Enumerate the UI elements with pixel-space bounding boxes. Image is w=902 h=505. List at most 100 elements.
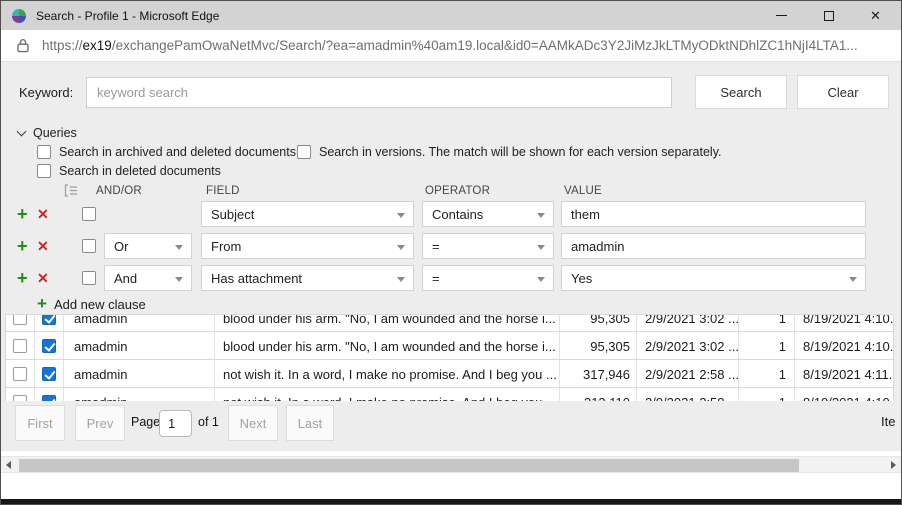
sender-cell: amadmin [64,360,215,388]
field-select-value: Subject [211,207,254,222]
row-include-checkbox[interactable] [42,395,56,401]
keyword-input[interactable] [86,77,672,108]
next-page-button[interactable]: Next [228,405,278,441]
browser-window: Search - Profile 1 - Microsoft Edge ✕ ht… [0,0,902,505]
url-path: /exchangePamOwaNetMvc/Search/?ea=amadmin… [112,38,858,53]
field-select-value: Has attachment [211,271,302,286]
query-clause-row: + ✕ And Has attachment = Yes [1,265,901,291]
operator-select-value: = [432,239,440,254]
row-include-checkbox[interactable] [42,339,56,353]
option-archived-deleted: Search in archived and deleted documents [37,145,296,159]
clause-checkbox[interactable] [82,271,96,285]
field-select[interactable]: Subject [201,201,414,227]
window-title: Search - Profile 1 - Microsoft Edge [36,9,219,23]
operator-select[interactable]: = [422,233,554,259]
scroll-right-icon[interactable] [891,461,896,469]
delete-clause-icon[interactable]: ✕ [37,265,49,291]
snippet-cell: blood under his arm. "No, I am wounded a… [215,332,560,360]
url-domain: ex19 [83,38,112,53]
table-row[interactable]: amadmin blood under his arm. "No, I am w… [6,332,893,360]
field-select[interactable]: From [201,233,414,259]
row-select-checkbox[interactable] [13,339,27,353]
close-button[interactable]: ✕ [852,1,899,30]
minimize-icon [776,15,787,16]
field-select[interactable]: Has attachment [201,265,414,291]
row-select-checkbox[interactable] [13,395,27,401]
sender-cell: amadmin [64,388,215,401]
count-cell: 1 [739,332,795,360]
row-cell [6,332,35,360]
clear-button[interactable]: Clear [797,75,889,109]
insert-clause-icon[interactable]: + [17,265,28,291]
snippet-cell: not wish it. In a word, I make no promis… [215,360,560,388]
scrollbar-thumb[interactable] [19,459,799,472]
query-clause-row: + ✕ Or From = [1,233,901,259]
row-include-checkbox[interactable] [42,315,56,325]
header-operator: OPERATOR [425,185,490,197]
operator-select[interactable]: Contains [422,201,554,227]
clause-value-input[interactable] [561,233,866,259]
caret-down-icon [397,277,405,282]
insert-clause-icon[interactable]: + [17,233,28,259]
operator-select[interactable]: = [422,265,554,291]
andor-select[interactable]: And [104,265,192,291]
versions-checkbox[interactable] [297,145,311,159]
header-field: FIELD [206,185,240,197]
table-row[interactable]: amadmin not wish it. In a word, I make n… [6,360,893,388]
delete-clause-icon[interactable]: ✕ [37,233,49,259]
clause-checkbox[interactable] [82,207,96,221]
row-select-checkbox[interactable] [13,315,27,325]
items-label-clipped: Ite [881,414,895,429]
queries-section-label: Queries [33,126,77,140]
row-cell [6,360,35,388]
caret-down-icon [537,245,545,250]
date-cell: 8/19/2021 4:10... [795,332,893,360]
row-cell [35,388,64,401]
clause-checkbox[interactable] [82,239,96,253]
first-page-button[interactable]: First [15,405,65,441]
insert-clause-icon[interactable]: + [17,201,28,227]
prev-page-button[interactable]: Prev [75,405,125,441]
archived-deleted-checkbox[interactable] [37,145,51,159]
page-number-input[interactable] [159,410,192,437]
table-row[interactable]: amadmin blood under his arm. "No, I am w… [6,315,893,332]
app-logo-icon [11,8,27,24]
page-of-label: of 1 [198,415,219,429]
minimize-button[interactable] [758,1,805,30]
close-icon: ✕ [870,9,881,22]
option-label: Search in deleted documents [59,164,221,178]
row-select-checkbox[interactable] [13,367,27,381]
chevron-down-icon [17,126,27,136]
results-table: amadmin blood under his arm. "No, I am w… [5,314,894,401]
size-cell: 95,305 [560,332,637,360]
operator-select-value: Contains [432,207,483,222]
table-row[interactable]: amadmin not wish it. In a word, I make n… [6,388,893,401]
window-controls: ✕ [758,1,899,30]
row-include-checkbox[interactable] [42,367,56,381]
add-new-clause-link[interactable]: + Add new clause [37,296,146,312]
clause-value-input[interactable] [561,201,866,227]
modified-cell: 2/9/2021 2:58 ... [637,360,739,388]
last-page-button[interactable]: Last [286,405,334,441]
modified-cell: 2/9/2021 3:02 ... [637,332,739,360]
add-new-clause-label: Add new clause [54,297,146,312]
field-select-value: From [211,239,241,254]
queries-section-toggle[interactable]: Queries [18,126,77,140]
deleted-checkbox[interactable] [37,164,51,178]
query-clause-row: + ✕ Subject Contains [1,201,901,227]
scroll-left-icon[interactable] [6,461,11,469]
plus-icon: + [37,296,47,312]
url-text[interactable]: https://ex19/exchangePamOwaNetMvc/Search… [42,38,858,53]
maximize-button[interactable] [805,1,852,30]
search-button[interactable]: Search [695,75,787,109]
select-all-icon[interactable] [64,184,78,197]
caret-down-icon [175,277,183,282]
andor-select[interactable]: Or [104,233,192,259]
delete-clause-icon[interactable]: ✕ [37,201,49,227]
size-cell: 95,305 [560,315,637,332]
date-cell: 8/19/2021 4:11... [795,360,893,388]
address-bar[interactable]: https://ex19/exchangePamOwaNetMvc/Search… [1,30,901,62]
horizontal-scrollbar[interactable] [1,456,901,473]
spacer [1,473,901,499]
value-select[interactable]: Yes [561,265,866,291]
